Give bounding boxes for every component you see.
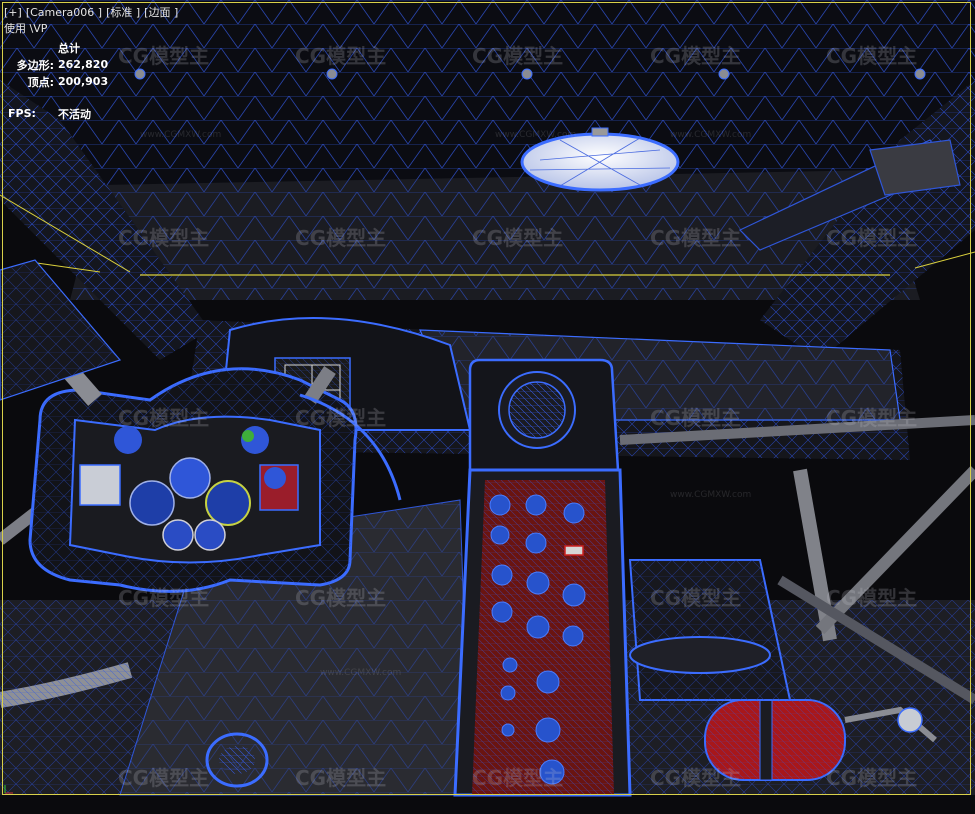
stats-polygons-value: 262,820 [58, 58, 109, 71]
viewport-camera-menu[interactable]: [Camera006 ] [26, 6, 102, 19]
viewport-display-mode-menu[interactable]: [标准 ] [106, 6, 140, 19]
viewport-label-menu: [+] [Camera006 ] [标准 ] [边面 ] [4, 6, 178, 19]
stats-header-row: 总计 [8, 39, 108, 56]
stats-fps-value: 不活动 [58, 107, 91, 121]
stats-header: 总计 [58, 41, 80, 55]
stats-fps-row: FPS: 不活动 [8, 105, 108, 122]
stats-vertices-label: 顶点: [27, 75, 54, 89]
viewport-general-menu[interactable]: [+] [4, 6, 22, 19]
viewport-shading-menu[interactable]: [边面 ] [144, 6, 178, 19]
viewport-sub-label: 使用 \VP [4, 22, 48, 35]
stats-vertices-row: 顶点: 200,903 [8, 73, 109, 90]
stats-polygons-row: 多边形: 262,820 [8, 56, 109, 73]
stats-vertices-value: 200,903 [58, 75, 109, 88]
statistics-overlay: 总计 多边形: 262,820 顶点: 200,903 FPS: 不活动 [8, 39, 108, 122]
stats-fps-label: FPS: [8, 107, 36, 120]
stats-polygons-label: 多边形: [16, 58, 54, 72]
axis-gizmo-icon [4, 785, 13, 794]
3d-viewport[interactable]: CG模型主 CG模型主 CG模型主 CG模型主 CG模型主 CG模型主 CG模型… [0, 0, 975, 814]
wireframe-scene [0, 0, 975, 797]
